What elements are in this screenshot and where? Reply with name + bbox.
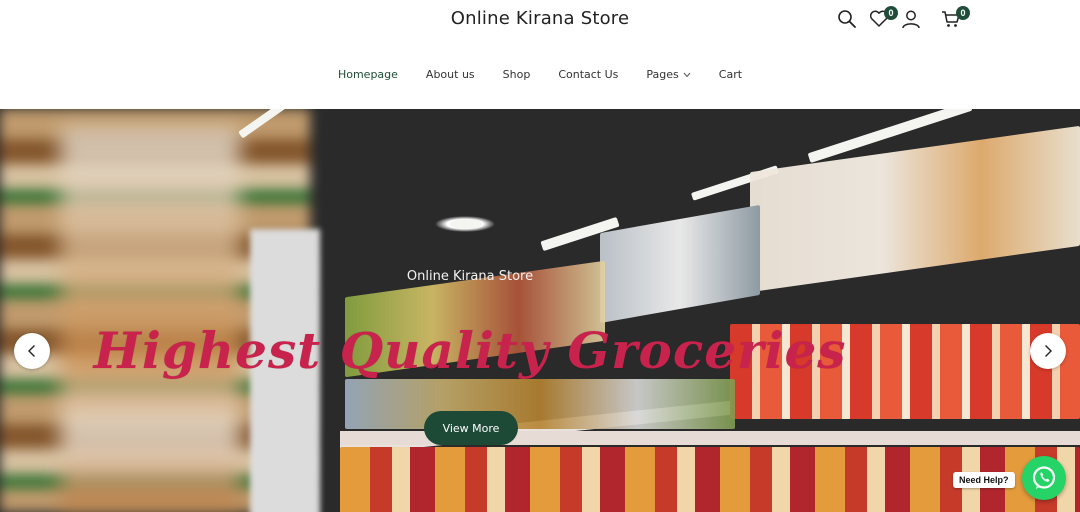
- need-help-label[interactable]: Need Help?: [953, 472, 1015, 488]
- nav-shop[interactable]: Shop: [489, 68, 545, 81]
- cart-count-badge: 0: [956, 6, 970, 20]
- slider-next-button[interactable]: [1030, 333, 1066, 369]
- main-nav: Homepage About us Shop Contact Us Pages …: [0, 68, 1080, 81]
- hero-title: Highest Quality Groceries: [93, 321, 847, 380]
- product-block: [600, 204, 760, 324]
- whatsapp-chat-button[interactable]: [1022, 456, 1066, 500]
- nav-pages-label: Pages: [646, 68, 679, 81]
- chevron-left-icon: [28, 345, 35, 357]
- product-block: [750, 125, 1080, 293]
- account-button[interactable]: [900, 6, 922, 32]
- view-more-button[interactable]: View More: [424, 411, 518, 445]
- nav-homepage[interactable]: Homepage: [324, 68, 412, 81]
- chevron-down-icon: [683, 72, 691, 77]
- user-icon: [902, 10, 920, 29]
- nav-contact-us[interactable]: Contact Us: [544, 68, 632, 81]
- header-icons: 0 0: [836, 6, 970, 32]
- whatsapp-icon: [1032, 466, 1056, 489]
- search-button[interactable]: [836, 6, 858, 32]
- hero-subtitle: Online Kirana Store: [406, 269, 534, 284]
- hero-slider: Online Kirana Store Highest Quality Groc…: [0, 109, 1080, 512]
- nav-about-us[interactable]: About us: [412, 68, 489, 81]
- nav-pages[interactable]: Pages: [632, 68, 704, 81]
- cart-button[interactable]: 0: [940, 6, 970, 32]
- search-icon: [838, 10, 856, 28]
- wishlist-count-badge: 0: [884, 6, 898, 20]
- nav-cart[interactable]: Cart: [705, 68, 756, 81]
- slider-prev-button[interactable]: [14, 333, 50, 369]
- blurred-foreground-highlight: [60, 129, 240, 509]
- chevron-right-icon: [1045, 345, 1052, 357]
- product-block: [345, 379, 735, 429]
- ceiling-light: [450, 219, 482, 229]
- wishlist-button[interactable]: 0: [868, 6, 898, 32]
- site-header: Online Kirana Store 0 0 Homepage About u…: [0, 0, 1080, 109]
